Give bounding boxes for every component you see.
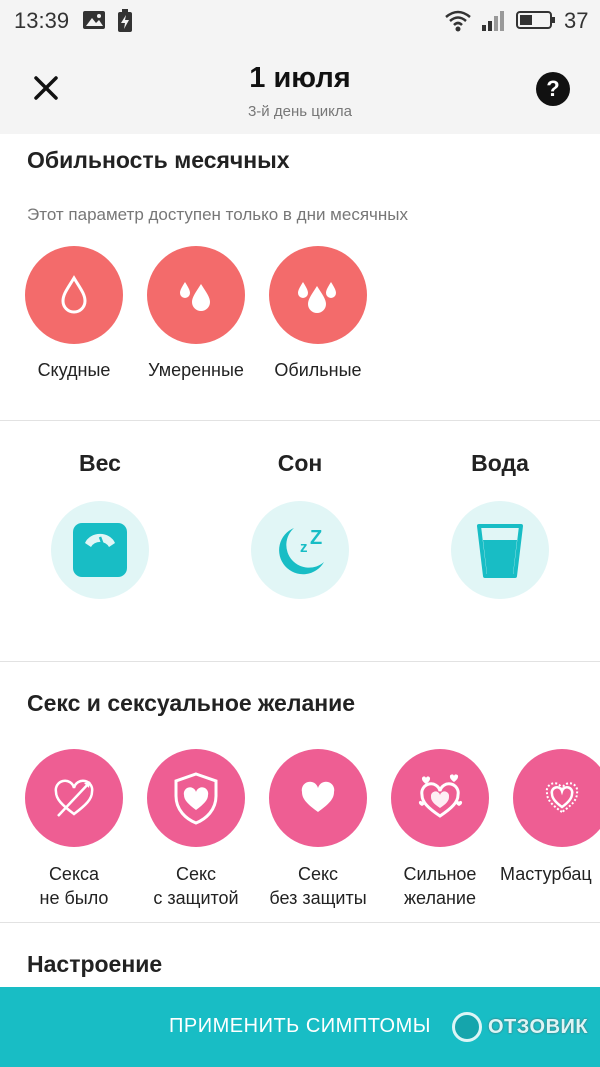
no-sex-button[interactable]	[25, 749, 123, 847]
sleep-title: Сон	[277, 450, 323, 476]
three-drops-icon	[298, 282, 336, 313]
sparkle-heart-icon	[545, 782, 579, 814]
no-sex-label-line2: не было	[39, 888, 109, 908]
flow-medium-button[interactable]	[147, 246, 245, 344]
protected-sex-label-line2: с защитой	[153, 888, 239, 908]
wifi-icon	[445, 10, 471, 32]
moon-sleep-icon: z Z	[279, 527, 324, 575]
apply-symptoms-button[interactable]: ПРИМЕНИТЬ СИМПТОМЫ ОТЗОВИК	[0, 987, 600, 1067]
flow-light-label: Скудные	[37, 360, 111, 380]
heart-icon	[301, 781, 335, 812]
watermark-logo-icon	[452, 1012, 482, 1042]
unprotected-sex-label: Секс без защиты	[248, 862, 388, 910]
flow-section-note: Этот параметр доступен только в дни меся…	[27, 205, 408, 224]
two-drops-icon	[180, 282, 210, 311]
water-title: Вода	[471, 450, 529, 476]
flow-section-title: Обильность месячных	[27, 147, 290, 173]
status-time: 13:39	[14, 8, 70, 33]
watermark-text: ОТЗОВИК	[488, 1015, 589, 1038]
battery-percent: 37	[564, 8, 589, 33]
no-sex-label-line1: Секса	[48, 864, 100, 884]
weight-title: Вес	[79, 450, 121, 476]
water-button[interactable]	[451, 501, 549, 599]
protected-sex-label-line1: Секс	[175, 864, 217, 884]
glass-icon	[477, 524, 523, 578]
sex-section-title: Секс и сексуальное желание	[27, 690, 356, 716]
unprotected-sex-label-line1: Секс	[297, 864, 339, 884]
weight-button[interactable]	[51, 501, 149, 599]
masturbation-button[interactable]	[513, 749, 600, 847]
battery-icon	[516, 11, 555, 29]
high-libido-label: Сильное желание	[370, 862, 510, 910]
svg-text:Z: Z	[310, 527, 322, 549]
sleep-button[interactable]: z Z	[251, 501, 349, 599]
protected-sex-label: Секс с защитой	[126, 862, 266, 910]
flow-medium-label: Умеренные	[148, 360, 244, 380]
help-icon[interactable]: ?	[536, 72, 570, 106]
svg-text:z: z	[300, 539, 308, 556]
shield-heart-icon	[174, 772, 218, 825]
image-icon	[83, 11, 105, 29]
no-sex-label: Секса не было	[4, 862, 144, 910]
status-bar: 13:39 37	[0, 0, 600, 42]
unprotected-sex-button[interactable]	[269, 749, 367, 847]
cycle-day-subtitle: 3-й день цикла	[247, 103, 353, 120]
signal-icon	[482, 11, 504, 31]
protected-sex-button[interactable]	[147, 749, 245, 847]
flow-heavy-button[interactable]	[269, 246, 367, 344]
divider	[0, 420, 600, 421]
high-libido-label-line2: желание	[404, 888, 476, 908]
high-libido-label-line1: Сильное	[403, 864, 477, 884]
flow-heavy-label: Обильные	[274, 360, 362, 380]
page-title: 1 июля	[249, 62, 351, 94]
scale-icon	[73, 523, 127, 577]
unprotected-sex-label-line2: без защиты	[269, 888, 367, 908]
hearts-icon	[418, 774, 463, 818]
divider	[0, 922, 600, 923]
battery-saver-icon	[118, 9, 132, 32]
crossed-heart-icon	[54, 779, 94, 817]
high-libido-button[interactable]	[391, 749, 489, 847]
divider	[0, 661, 600, 662]
masturbation-label: Мастурбац	[492, 862, 600, 886]
mood-section-title: Настроение	[27, 951, 163, 977]
flow-light-button[interactable]	[25, 246, 123, 344]
watermark: ОТЗОВИК	[452, 1011, 588, 1043]
masturbation-label-line1: Мастурбац	[500, 864, 592, 884]
drop-icon	[61, 275, 87, 314]
header: 1 июля 3-й день цикла ?	[0, 42, 600, 134]
